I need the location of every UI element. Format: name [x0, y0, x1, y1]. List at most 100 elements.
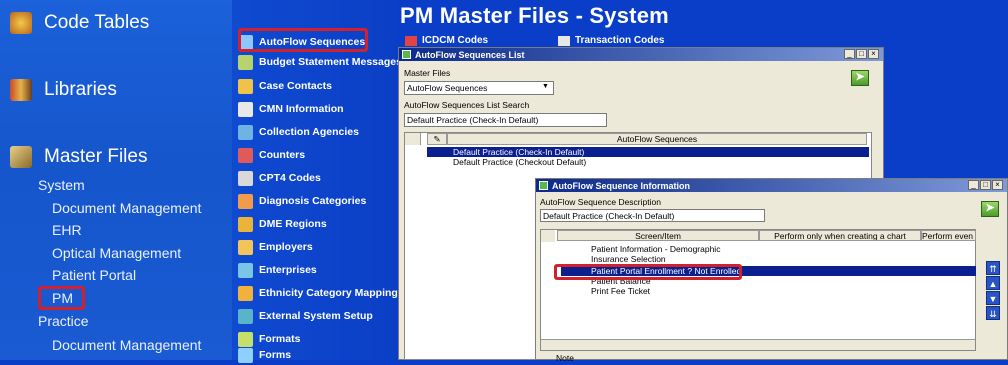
mid-item-label: Enterprises [259, 264, 317, 276]
master-files-select[interactable]: AutoFlow Sequences [404, 81, 554, 95]
mid-item-forms[interactable]: Forms [238, 345, 291, 365]
nav-master-files-label: Master Files [44, 146, 148, 167]
minimize-button[interactable]: _ [844, 49, 855, 59]
nav-patient-portal[interactable]: Patient Portal [52, 267, 136, 283]
maximize-button[interactable]: □ [856, 49, 867, 59]
mid-item-label: Counters [259, 149, 306, 161]
window-title-bar[interactable]: AutoFlow Sequence Information [536, 179, 1007, 192]
mid-item-label: Case Contacts [259, 80, 332, 92]
enterprises-icon [238, 262, 253, 278]
tab-transaction-label: Transaction Codes [575, 35, 665, 46]
description-input[interactable]: Default Practice (Check-In Default) [540, 209, 765, 222]
grid-column-header: Perform even i [921, 230, 976, 241]
diagnosis-icon [238, 193, 253, 209]
enrollment-highlight-box [554, 264, 742, 280]
employers-icon [238, 239, 253, 255]
mid-item-label: CPT4 Codes [259, 172, 321, 184]
table-row[interactable]: Insurance Selection [561, 254, 971, 264]
edit-column-icon: ✎ [427, 133, 447, 145]
grid-corner-icon [405, 133, 421, 145]
move-top-icon[interactable]: ⇈ [986, 261, 1000, 275]
case-contacts-icon [238, 78, 253, 94]
libraries-icon [10, 79, 32, 101]
mid-item-label: Forms [259, 349, 292, 361]
cmn-icon [238, 101, 253, 117]
close-button[interactable]: × [868, 49, 879, 59]
page-title: PM Master Files - System [400, 3, 669, 28]
mid-item-dme[interactable]: DME Regions [238, 214, 327, 234]
table-row[interactable]: Default Practice (Checkout Default) [427, 157, 869, 167]
mid-item-ethnicity[interactable]: Ethnicity Category Mapping [238, 283, 398, 303]
window-controls: _ □ × [844, 49, 879, 59]
mid-item-label: Formats [259, 333, 301, 345]
collection-icon [238, 124, 253, 140]
go-arrow-button[interactable]: ➤ [851, 70, 869, 86]
search-label: AutoFlow Sequences List Search [404, 100, 530, 110]
left-nav: Code Tables Libraries Master Files Syste… [0, 0, 232, 360]
autoflow-highlight-box [238, 28, 368, 52]
folder-icon [541, 230, 555, 242]
window-title: AutoFlow Sequences List [415, 49, 525, 60]
description-label: AutoFlow Sequence Description [540, 197, 661, 207]
horizontal-scrollbar[interactable] [541, 339, 975, 350]
window-icon [402, 50, 411, 59]
table-row[interactable]: Default Practice (Check-In Default) [427, 147, 869, 157]
window-icon [539, 181, 548, 190]
tab-transaction[interactable]: Transaction Codes [558, 35, 664, 46]
table-row[interactable]: Patient Information - Demographic [561, 244, 971, 254]
screen-grid: Screen/Item Perform only when creating a… [540, 229, 976, 351]
master-files-icon [10, 146, 32, 168]
chevron-down-icon[interactable]: ▼ [542, 83, 549, 90]
mid-item-employers[interactable]: Employers [238, 237, 313, 257]
counters-icon [238, 147, 253, 163]
nav-libraries[interactable]: Libraries [10, 79, 117, 101]
nav-code-tables[interactable]: Code Tables [10, 12, 149, 34]
pm-highlight-box [38, 286, 85, 310]
mid-item-diagnosis[interactable]: Diagnosis Categories [238, 191, 366, 211]
mid-item-label: Budget Statement Messages [259, 56, 402, 68]
mid-item-external[interactable]: External System Setup [238, 306, 373, 326]
nav-libraries-label: Libraries [44, 79, 117, 100]
grid-column-header: AutoFlow Sequences [447, 133, 867, 145]
tab-icdcm[interactable]: ICDCM Codes [405, 35, 488, 46]
mid-item-label: Ethnicity Category Mapping [259, 287, 398, 299]
go-arrow-button[interactable]: ➤ [981, 201, 999, 217]
nav-ehr[interactable]: EHR [52, 222, 82, 238]
mid-item-cmn[interactable]: CMN Information [238, 99, 344, 119]
nav-system[interactable]: System [38, 177, 85, 193]
move-down-icon[interactable]: ▼ [986, 291, 1000, 305]
cpt4-icon [238, 170, 253, 186]
nav-practice-document-management[interactable]: Document Management [52, 337, 201, 353]
table-row[interactable]: Print Fee Ticket [561, 286, 971, 296]
nav-code-tables-label: Code Tables [44, 12, 150, 33]
window-title-bar[interactable]: AutoFlow Sequences List [399, 48, 883, 61]
mid-item-budget[interactable]: Budget Statement Messages [238, 52, 402, 72]
nav-practice[interactable]: Practice [38, 313, 89, 329]
dme-icon [238, 216, 253, 232]
mid-item-case-contacts[interactable]: Case Contacts [238, 76, 332, 96]
nav-document-management[interactable]: Document Management [52, 200, 201, 216]
nav-master-files[interactable]: Master Files [10, 146, 147, 168]
move-bottom-icon[interactable]: ⇊ [986, 306, 1000, 320]
mid-item-collection[interactable]: Collection Agencies [238, 122, 359, 142]
close-button[interactable]: × [992, 180, 1003, 190]
autoflow-info-window: AutoFlow Sequence Information _ □ × Auto… [535, 178, 1008, 363]
search-input[interactable]: Default Practice (Check-In Default) [404, 113, 607, 127]
mid-item-counters[interactable]: Counters [238, 145, 305, 165]
master-files-label: Master Files [404, 68, 451, 78]
mid-item-label: Diagnosis Categories [259, 195, 367, 207]
minimize-button[interactable]: _ [968, 180, 979, 190]
mid-item-enterprises[interactable]: Enterprises [238, 260, 317, 280]
budget-icon [238, 54, 253, 70]
mid-item-cpt4[interactable]: CPT4 Codes [238, 168, 321, 188]
master-file-list: AutoFlow Sequences Budget Statement Mess… [232, 0, 402, 363]
mid-item-label: External System Setup [259, 310, 373, 322]
ethnicity-icon [238, 285, 253, 301]
grid-column-header: Screen/Item [557, 230, 759, 241]
mid-item-label: Employers [259, 241, 313, 253]
transaction-icon [558, 35, 570, 46]
icdcm-icon [405, 35, 417, 46]
maximize-button[interactable]: □ [980, 180, 991, 190]
move-up-icon[interactable]: ▲ [986, 276, 1000, 290]
nav-optical-management[interactable]: Optical Management [52, 245, 181, 261]
